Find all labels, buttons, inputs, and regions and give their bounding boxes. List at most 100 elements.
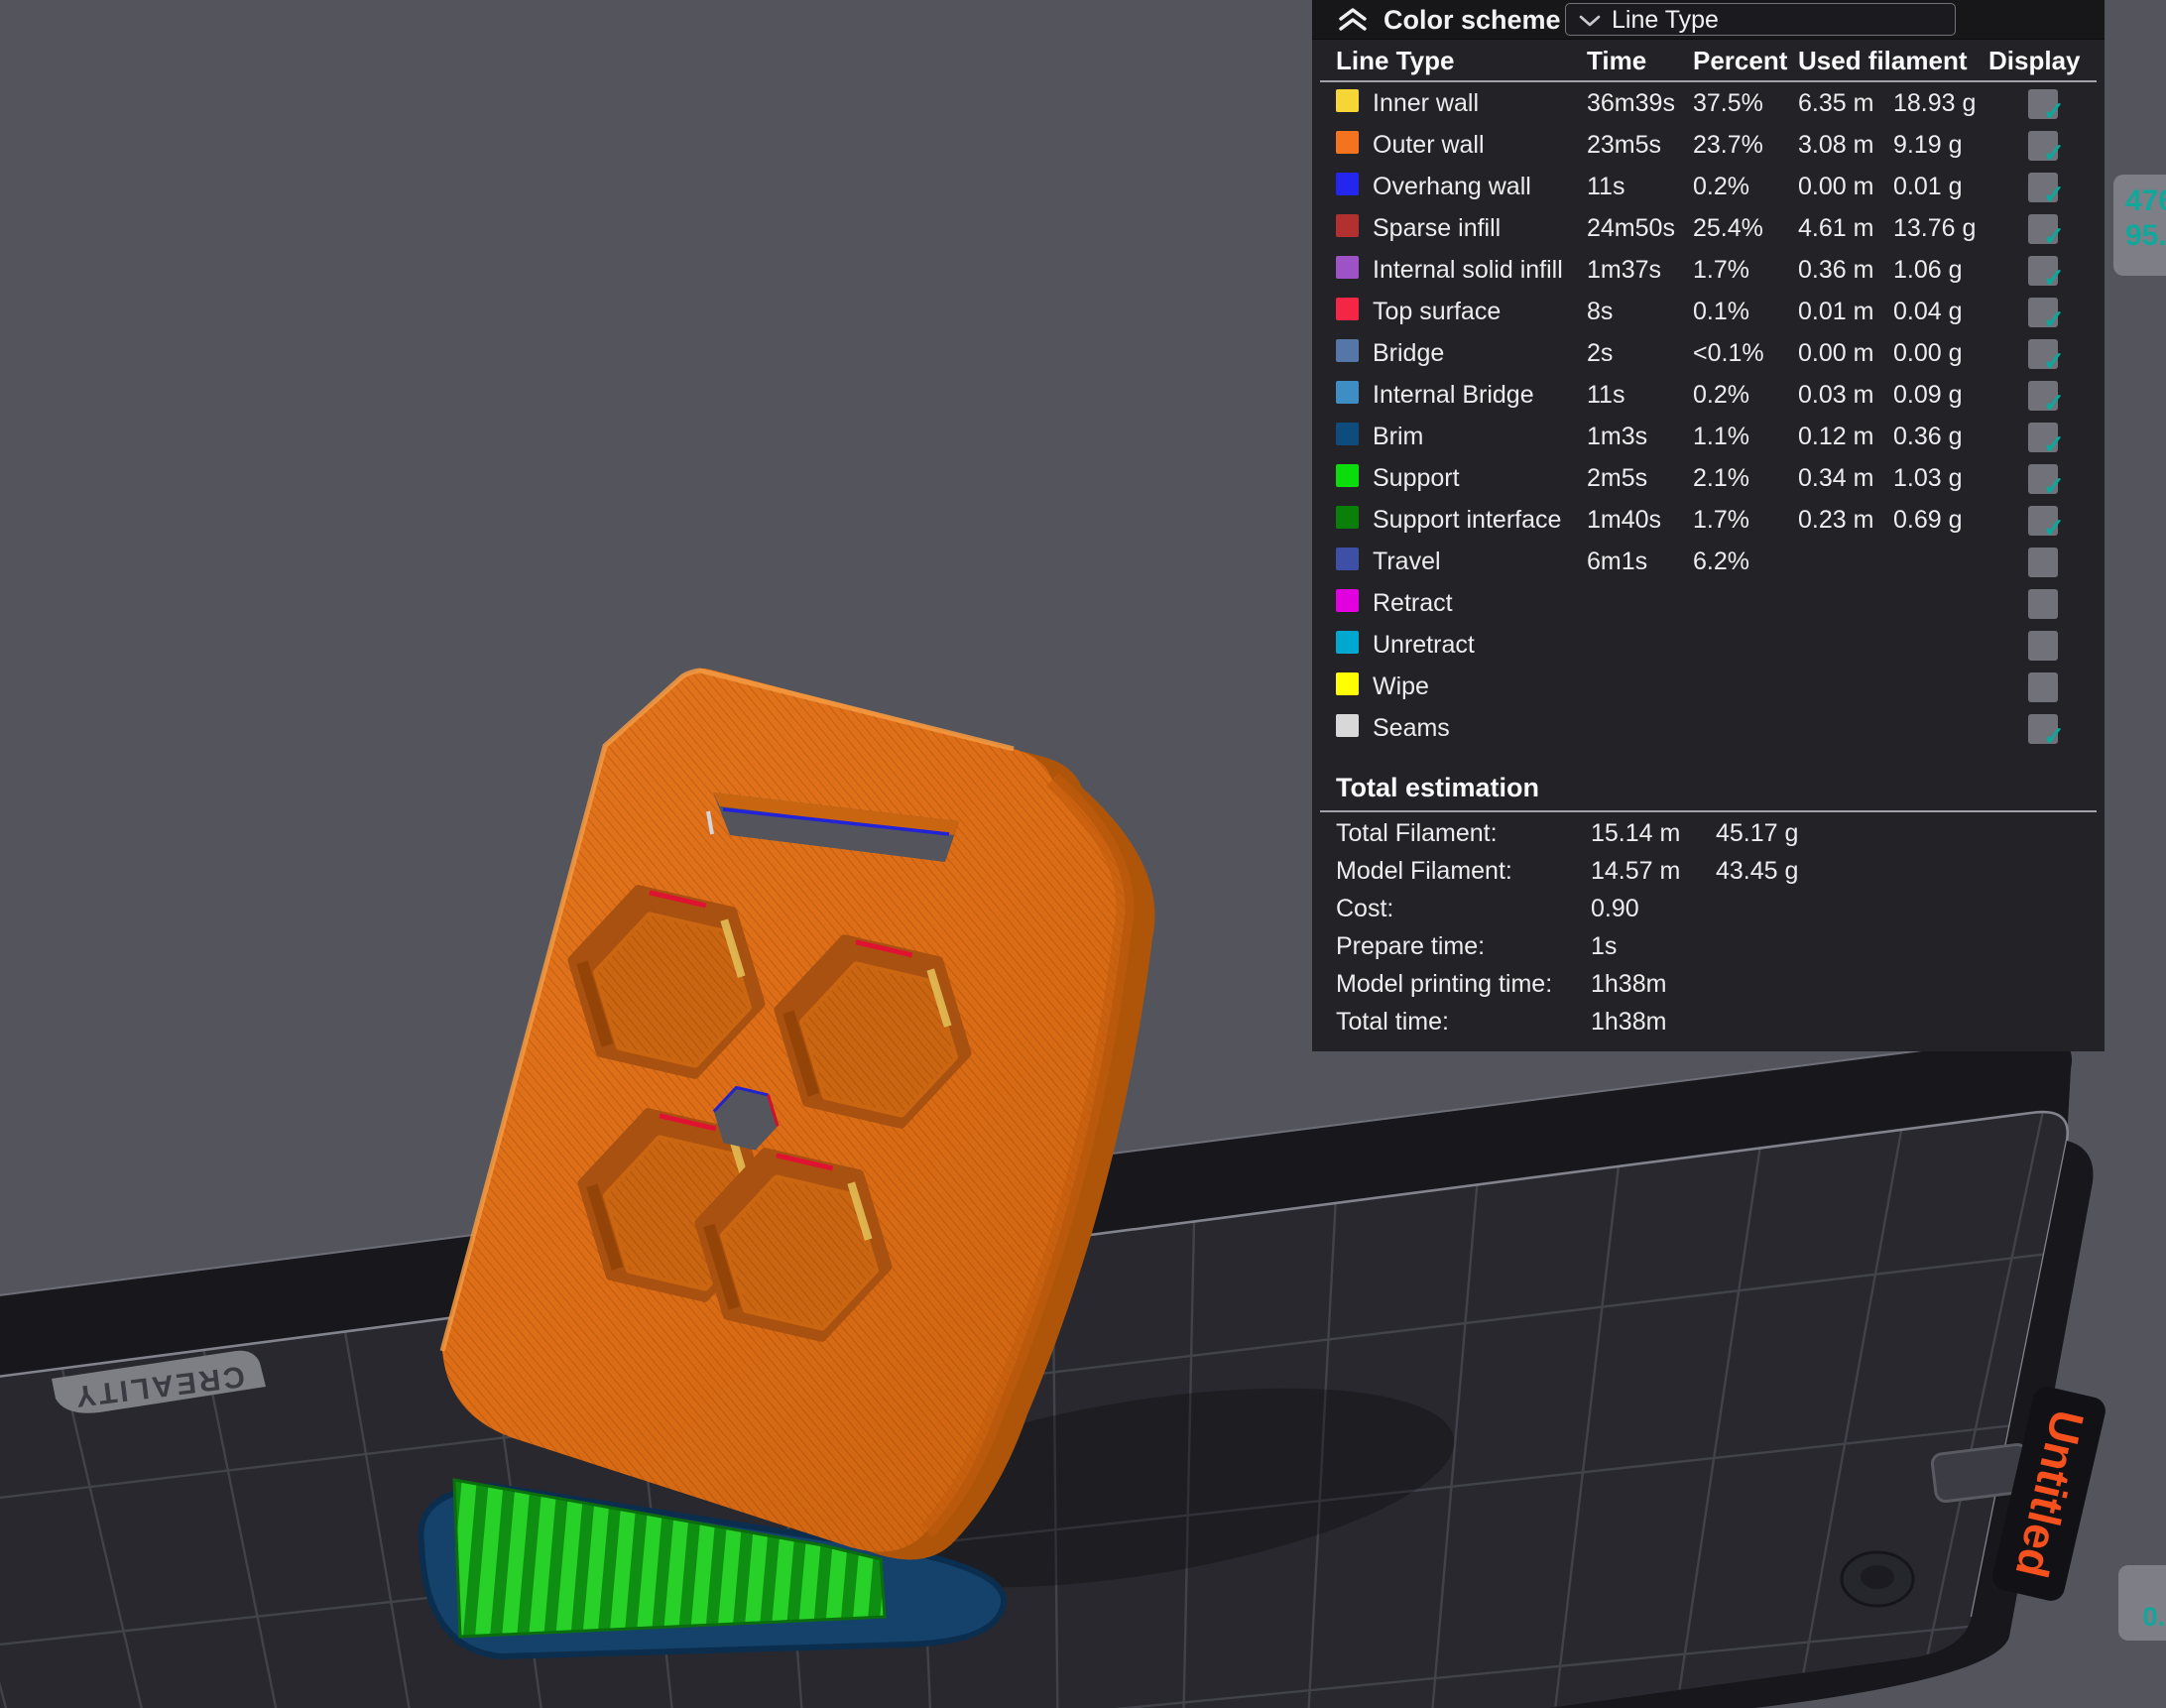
scale-value: 1: [2118, 1571, 2166, 1602]
display-checkbox[interactable]: ✓: [2028, 423, 2058, 452]
display-checkbox[interactable]: [2028, 672, 2058, 702]
check-icon: ✓: [2043, 346, 2065, 376]
total-estimation-rows: Total Filament:15.14 m45.17 gModel Filam…: [1312, 815, 2105, 1041]
slicer-preview-window: CREALITY Untitled 476 95.2 1 0.2: [0, 0, 2166, 1708]
display-checkbox[interactable]: [2028, 548, 2058, 577]
check-icon: ✓: [2043, 721, 2065, 751]
table-row: Overhang wall11s0.2%0.00 m0.01 g✓: [1312, 166, 2105, 207]
line-type-color-swatch: [1336, 423, 1359, 445]
used-filament-length: 0.36 m: [1798, 256, 1873, 285]
used-filament-weight: 13.76 g: [1893, 214, 1976, 243]
line-type-time: 11s: [1587, 173, 1624, 201]
display-checkbox[interactable]: ✓: [2028, 506, 2058, 536]
line-type-time: 36m39s: [1587, 89, 1675, 118]
scale-value: 95.2: [2125, 219, 2166, 254]
display-checkbox[interactable]: ✓: [2028, 214, 2058, 244]
table-row: Internal solid infill1m37s1.7%0.36 m1.06…: [1312, 249, 2105, 291]
check-icon: ✓: [2043, 96, 2065, 126]
line-type-label: Travel: [1373, 548, 1441, 576]
table-row: Inner wall36m39s37.5%6.35 m18.93 g✓: [1312, 82, 2105, 124]
line-type-label: Top surface: [1373, 298, 1501, 326]
table-row: Travel6m1s6.2%: [1312, 541, 2105, 582]
estimation-value-1: 14.57 m: [1591, 857, 1680, 886]
display-checkbox[interactable]: [2028, 631, 2058, 661]
col-line-type: Line Type: [1336, 46, 1454, 76]
display-checkbox[interactable]: ✓: [2028, 298, 2058, 327]
check-icon: ✓: [2043, 221, 2065, 251]
line-type-color-swatch: [1336, 464, 1359, 487]
display-checkbox[interactable]: ✓: [2028, 89, 2058, 119]
dropdown-value: Line Type: [1612, 6, 1719, 35]
line-type-time: 2s: [1587, 339, 1613, 368]
estimation-row: Total time:1h38m: [1312, 1004, 2105, 1041]
line-type-time: 6m1s: [1587, 548, 1647, 576]
total-estimation-divider: [1320, 810, 2097, 812]
panel-header: Color scheme Line Type: [1312, 0, 2105, 40]
line-type-label: Brim: [1373, 423, 1423, 451]
used-filament-weight: 1.06 g: [1893, 256, 1963, 285]
table-row: Sparse infill24m50s25.4%4.61 m13.76 g✓: [1312, 207, 2105, 249]
check-icon: ✓: [2043, 263, 2065, 293]
table-row: Retract: [1312, 582, 2105, 624]
line-type-percent: 1.7%: [1693, 256, 1749, 285]
estimation-row: Model Filament:14.57 m43.45 g: [1312, 853, 2105, 891]
check-icon: ✓: [2043, 305, 2065, 334]
estimation-row: Model printing time:1h38m: [1312, 966, 2105, 1004]
line-type-color-swatch: [1336, 214, 1359, 237]
line-type-label: Internal Bridge: [1373, 381, 1534, 410]
line-type-time: 2m5s: [1587, 464, 1647, 493]
display-checkbox[interactable]: [2028, 589, 2058, 619]
line-type-color-swatch: [1336, 298, 1359, 320]
used-filament-weight: 1.03 g: [1893, 464, 1963, 493]
display-checkbox[interactable]: ✓: [2028, 131, 2058, 161]
estimation-value-2: 43.45 g: [1716, 857, 1798, 886]
table-row: Brim1m3s1.1%0.12 m0.36 g✓: [1312, 416, 2105, 457]
scale-tooltip-top: 476 95.2: [2113, 175, 2166, 276]
line-type-color-swatch: [1336, 89, 1359, 112]
line-type-color-swatch: [1336, 506, 1359, 529]
display-checkbox[interactable]: ✓: [2028, 256, 2058, 286]
line-type-percent: 0.2%: [1693, 173, 1749, 201]
check-icon: ✓: [2043, 180, 2065, 209]
line-type-label: Support interface: [1373, 506, 1561, 535]
check-icon: ✓: [2043, 429, 2065, 459]
used-filament-length: 0.00 m: [1798, 173, 1873, 201]
estimation-value-1: 15.14 m: [1591, 819, 1680, 848]
display-checkbox[interactable]: ✓: [2028, 339, 2058, 369]
color-scheme-dropdown[interactable]: Line Type: [1565, 3, 1956, 36]
estimation-label: Cost:: [1336, 895, 1393, 923]
col-used-filament: Used filament: [1798, 46, 1968, 76]
used-filament-length: 4.61 m: [1798, 214, 1873, 243]
line-type-time: 24m50s: [1587, 214, 1675, 243]
estimation-row: Total Filament: 15.14 m 45.17 g: [1312, 815, 2105, 853]
line-type-percent: 37.5%: [1693, 89, 1763, 118]
line-type-label: Seams: [1373, 714, 1450, 743]
estimation-label: Total Filament:: [1336, 819, 1498, 848]
display-checkbox[interactable]: ✓: [2028, 381, 2058, 411]
display-checkbox[interactable]: ✓: [2028, 464, 2058, 494]
display-checkbox[interactable]: ✓: [2028, 714, 2058, 744]
used-filament-length: 0.01 m: [1798, 298, 1873, 326]
table-row: Support 2m5s 2.1% 0.34 m 1.03 g ✓: [1312, 457, 2105, 499]
estimation-value-2: 45.17 g: [1716, 819, 1798, 848]
used-filament-length: 0.34 m: [1798, 464, 1873, 493]
line-type-time: 1m37s: [1587, 256, 1661, 285]
used-filament-weight: 0.36 g: [1893, 423, 1963, 451]
table-row: Internal Bridge11s0.2%0.03 m0.09 g✓: [1312, 374, 2105, 416]
used-filament-length: 0.03 m: [1798, 381, 1873, 410]
line-type-percent: 2.1%: [1693, 464, 1749, 493]
collapse-panel-icon[interactable]: [1338, 7, 1368, 33]
table-row: Support interface1m40s1.7%0.23 m0.69 g✓: [1312, 499, 2105, 541]
estimation-value-1: 0.90: [1591, 895, 1639, 923]
scale-value: 476: [2125, 184, 2166, 219]
used-filament-weight: 0.09 g: [1893, 381, 1963, 410]
table-row: Bridge2s<0.1%0.00 m0.00 g✓: [1312, 332, 2105, 374]
line-type-time: 11s: [1587, 381, 1624, 410]
estimation-label: Prepare time:: [1336, 932, 1485, 961]
col-time: Time: [1587, 46, 1646, 76]
display-checkbox[interactable]: ✓: [2028, 173, 2058, 202]
line-type-label: Support: [1373, 464, 1460, 493]
used-filament-weight: 0.01 g: [1893, 173, 1963, 201]
line-type-label: Unretract: [1373, 631, 1475, 660]
chevron-down-icon: [1579, 15, 1601, 27]
